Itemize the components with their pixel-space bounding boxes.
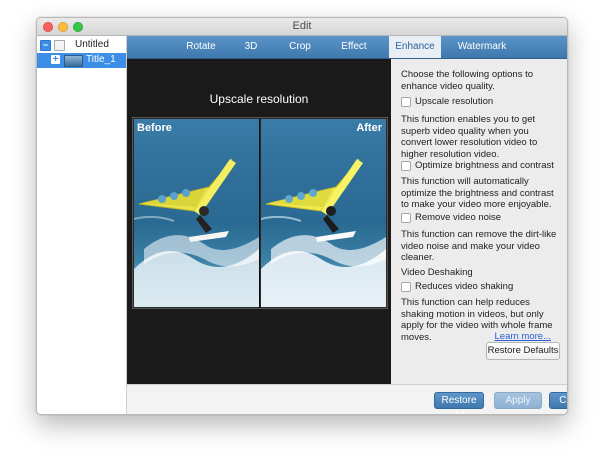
tab-effect[interactable]: Effect	[336, 36, 372, 58]
upscale-description: This function enables you to get superb …	[401, 114, 538, 160]
preview-panel: Upscale resolution Before After	[127, 59, 391, 384]
enhance-intro-text: Choose the following options to enhance …	[401, 69, 534, 92]
video-thumbnail-icon	[64, 55, 83, 67]
sidebar-item-label: Title_1	[86, 54, 116, 65]
tab-3d[interactable]: 3D	[239, 36, 263, 58]
checkbox-label: Reduces video shaking	[415, 281, 514, 292]
deshake-heading: Video Deshaking	[401, 267, 473, 278]
after-preview: After	[261, 119, 386, 307]
tab-watermark[interactable]: Watermark	[454, 36, 510, 58]
learn-more-link[interactable]: Learn more...	[495, 331, 552, 342]
preview-title: Upscale resolution	[209, 92, 309, 106]
checkbox-label: Optimize brightness and contrast	[415, 160, 554, 171]
minus-square-icon[interactable]: −	[40, 40, 51, 51]
edit-window: Edit − Untitled + Title_1 Rotate 3D Crop…	[36, 17, 568, 415]
checkbox-label: Upscale resolution	[415, 96, 494, 107]
remove-noise-checkbox[interactable]: Remove video noise	[401, 212, 561, 224]
windsurfer-image	[134, 158, 259, 307]
checkbox-box[interactable]	[401, 97, 411, 107]
checkbox-box[interactable]	[401, 213, 411, 223]
noise-description: This function can remove the dirt-like v…	[401, 229, 557, 263]
enhance-options-panel: Choose the following options to enhance …	[391, 59, 567, 384]
comparison-frame: Before After	[132, 117, 388, 309]
tab-rotate[interactable]: Rotate	[183, 36, 219, 58]
optimize-brightness-checkbox[interactable]: Optimize brightness and contrast	[401, 160, 561, 172]
comparison-divider	[259, 118, 260, 308]
upscale-resolution-checkbox[interactable]: Upscale resolution	[401, 96, 561, 108]
apply-button[interactable]: Apply	[494, 392, 542, 409]
sidebar: − Untitled + Title_1	[37, 36, 127, 414]
title-bar: Edit	[37, 18, 567, 36]
document-icon	[54, 40, 65, 51]
restore-defaults-button[interactable]: Restore Defaults	[486, 342, 560, 360]
close-button[interactable]: Close	[549, 392, 567, 409]
after-label: After	[356, 122, 382, 134]
sidebar-item-label: Untitled	[75, 39, 109, 50]
sidebar-item-title-1[interactable]: + Title_1	[37, 53, 126, 68]
reduce-shaking-checkbox[interactable]: Reduces video shaking	[401, 281, 561, 293]
tab-crop[interactable]: Crop	[284, 36, 316, 58]
before-preview: Before	[134, 119, 259, 307]
window-title: Edit	[292, 20, 312, 32]
restore-all-button[interactable]: Restore All	[434, 392, 484, 414]
sidebar-item-untitled[interactable]: − Untitled	[37, 38, 126, 53]
brightness-description: This function will automatically optimiz…	[401, 176, 554, 210]
tab-enhance[interactable]: Enhance	[389, 36, 441, 58]
checkbox-label: Remove video noise	[415, 212, 502, 223]
checkbox-box[interactable]	[401, 282, 411, 292]
footer-bar: Restore All Apply Close	[127, 384, 567, 414]
tab-bar: Rotate 3D Crop Effect Enhance Watermark	[127, 36, 567, 59]
plus-icon[interactable]: +	[51, 55, 60, 65]
checkbox-box[interactable]	[401, 161, 411, 171]
windsurfer-image-enhanced	[261, 158, 386, 307]
before-label: Before	[137, 122, 172, 134]
